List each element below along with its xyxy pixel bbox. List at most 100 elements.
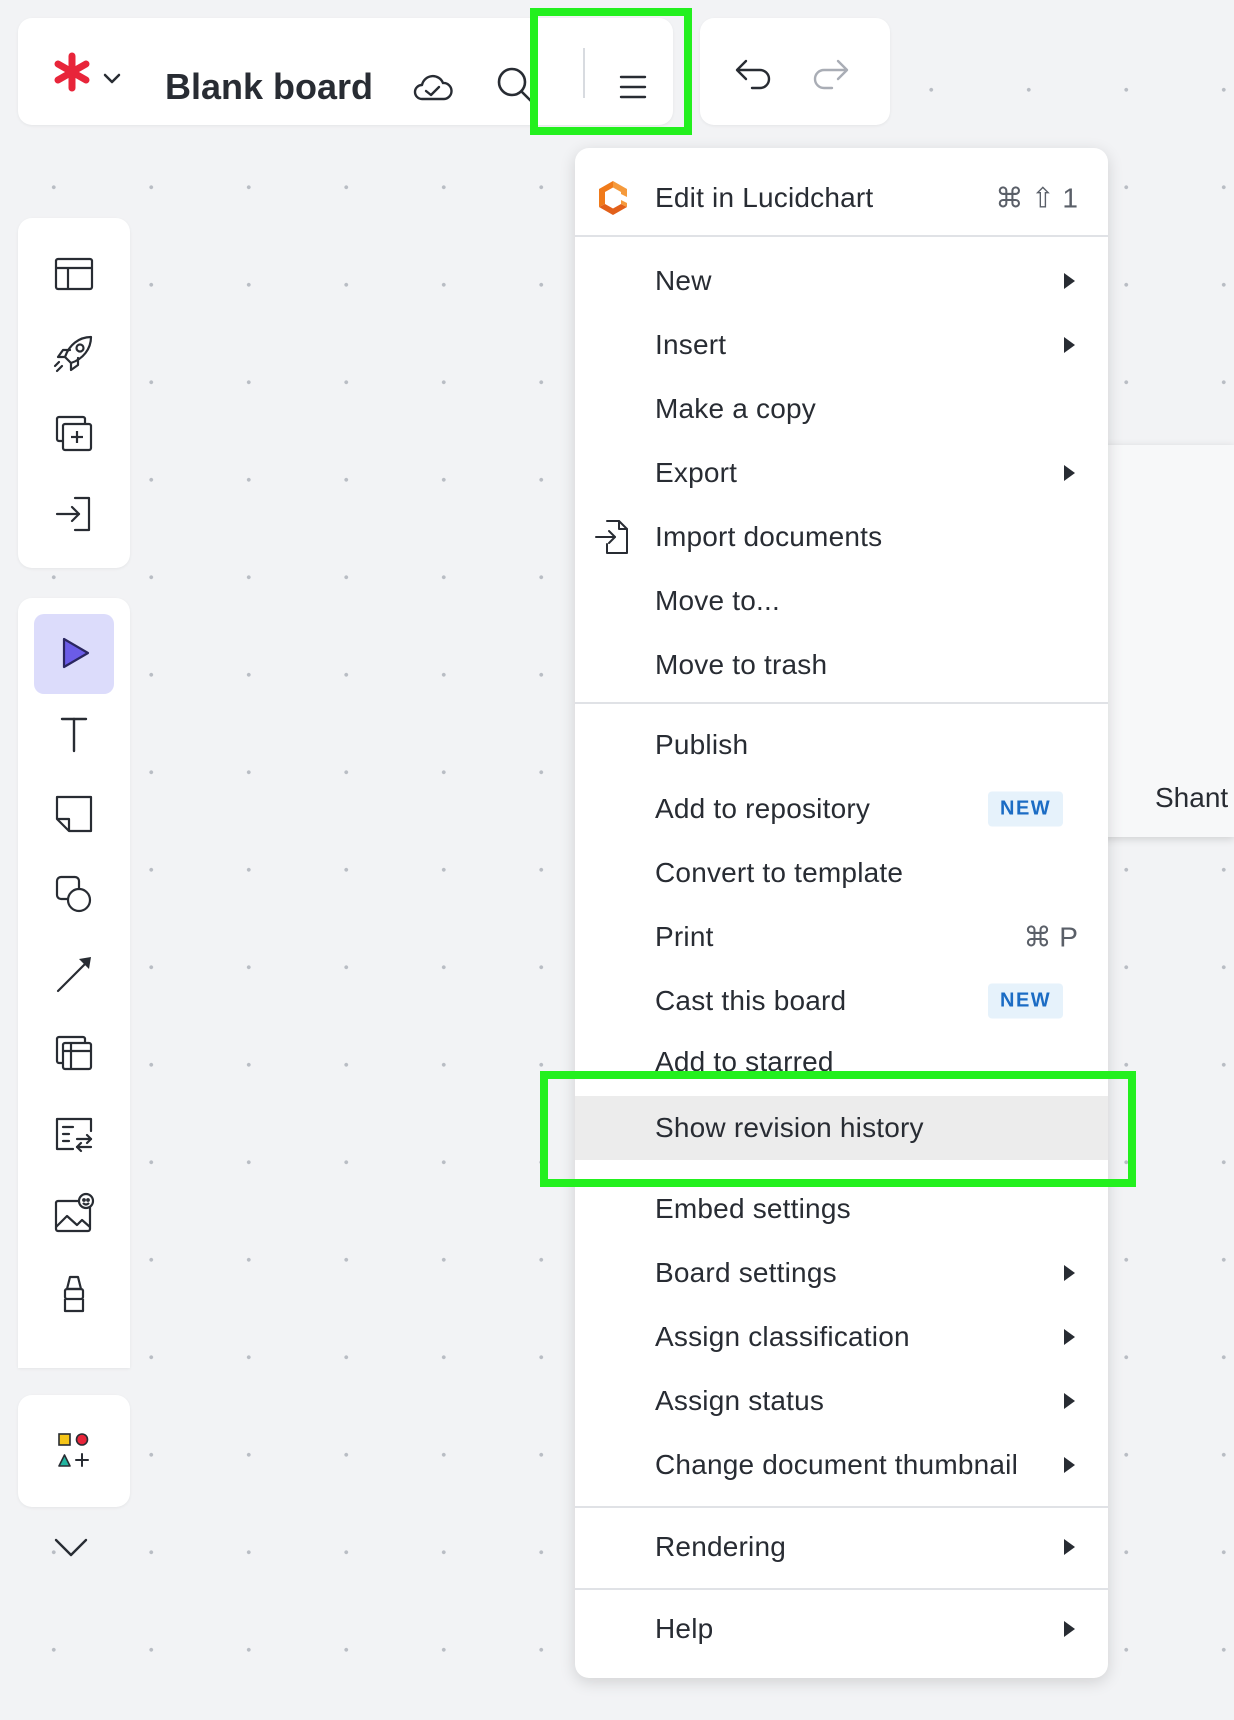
menu-item-label: Assign status — [655, 1385, 825, 1416]
lucidchart-logo-icon — [599, 181, 627, 215]
expand-toolbar-chevron-icon[interactable] — [50, 1528, 92, 1568]
menu-item-export[interactable]: Export — [575, 442, 1108, 504]
menu-item-label: Show revision history — [655, 1112, 924, 1143]
menu-item-label: Export — [655, 457, 738, 488]
import-icon — [55, 496, 91, 532]
lucidspark-logo-icon[interactable] — [52, 52, 92, 92]
menu-item-label: Board settings — [655, 1257, 837, 1288]
quick-start-button[interactable] — [34, 314, 114, 394]
menu-item-convert-to-template[interactable]: Convert to template — [575, 842, 1108, 904]
sticky-note-button[interactable] — [34, 774, 114, 854]
marker-tool-button[interactable] — [34, 1254, 114, 1334]
left-toolbar-main — [18, 598, 130, 1368]
chevron-down-icon[interactable] — [100, 66, 124, 90]
templates-icon — [54, 257, 94, 291]
left-toolbar-top — [18, 218, 130, 568]
shape-library-button[interactable] — [34, 1411, 114, 1491]
table-tool-button[interactable] — [34, 1094, 114, 1174]
menu-item-edit-in-lucidchart[interactable]: Edit in Lucidchart ⌘ ⇧ 1 — [575, 167, 1108, 229]
menu-item-move-to[interactable]: Move to... — [575, 570, 1108, 632]
undo-icon[interactable] — [732, 52, 774, 92]
templates-button[interactable] — [34, 234, 114, 314]
text-tool-button[interactable] — [34, 694, 114, 774]
line-tool-button[interactable] — [34, 934, 114, 1014]
frame-icon — [55, 1035, 93, 1071]
left-toolbar-bottom — [18, 1395, 130, 1507]
new-badge: NEW — [988, 983, 1064, 1019]
menu-separator — [575, 702, 1108, 704]
import-button[interactable] — [34, 474, 114, 554]
line-icon — [56, 957, 91, 993]
shape-library-icon — [58, 1433, 89, 1467]
toolbar-divider — [583, 48, 585, 98]
redo-icon[interactable] — [810, 52, 852, 92]
marker-icon — [63, 1275, 85, 1313]
menu-item-help[interactable]: Help — [575, 1598, 1108, 1660]
select-tool-icon — [62, 637, 90, 669]
hamburger-menu-icon[interactable] — [613, 71, 653, 103]
menu-item-new[interactable]: New — [575, 250, 1108, 312]
menu-item-rendering[interactable]: Rendering — [575, 1516, 1108, 1578]
menu-item-cast-this-board[interactable]: Cast this board NEW — [575, 970, 1108, 1032]
menu-item-import-documents[interactable]: Import documents — [575, 506, 1108, 568]
add-frame-button[interactable] — [34, 394, 114, 474]
submenu-arrow-icon — [1064, 1265, 1075, 1281]
menu-item-label: Help — [655, 1613, 714, 1644]
submenu-arrow-icon — [1064, 1393, 1075, 1409]
menu-item-label: Import documents — [655, 521, 883, 552]
menu-item-label: Cast this board — [655, 985, 847, 1016]
shapes-button[interactable] — [34, 854, 114, 934]
table-icon — [55, 1117, 93, 1153]
menu-item-shortcut: ⌘ ⇧ 1 — [995, 182, 1078, 214]
image-icon — [54, 1192, 95, 1233]
menu-separator — [575, 235, 1108, 237]
shapes-icon — [55, 875, 92, 913]
menu-item-embed-settings[interactable]: Embed settings — [575, 1178, 1108, 1240]
menu-item-label: Assign classification — [655, 1321, 910, 1352]
menu-item-make-a-copy[interactable]: Make a copy — [575, 378, 1108, 440]
collaborator-name: Shant — [1155, 782, 1229, 813]
menu-item-label: Add to starred — [655, 1046, 834, 1076]
menu-item-insert[interactable]: Insert — [575, 314, 1108, 376]
collaborator-panel — [1100, 445, 1234, 837]
rocket-icon — [53, 335, 93, 373]
search-icon[interactable] — [494, 64, 538, 108]
menu-item-label: Publish — [655, 729, 749, 760]
new-badge: NEW — [988, 791, 1064, 827]
menu-item-label: New — [655, 265, 712, 296]
frame-tool-button[interactable] — [34, 1014, 114, 1094]
menu-item-label: Insert — [655, 329, 727, 360]
submenu-arrow-icon — [1064, 1329, 1075, 1345]
menu-item-add-to-repository[interactable]: Add to repository NEW — [575, 778, 1108, 840]
import-document-icon — [595, 520, 628, 554]
text-tool-icon — [60, 717, 88, 753]
top-toolbar: Blank board — [18, 18, 673, 125]
board-title[interactable]: Blank board — [165, 66, 373, 108]
menu-item-show-revision-history[interactable]: Show revision history — [575, 1096, 1108, 1160]
add-frame-icon — [55, 415, 93, 452]
menu-item-change-document-thumbnail[interactable]: Change document thumbnail — [575, 1434, 1108, 1496]
menu-item-label: Make a copy — [655, 393, 816, 424]
main-menu-dropdown: Edit in Lucidchart ⌘ ⇧ 1 New Insert Make… — [575, 148, 1108, 1678]
cloud-saved-icon[interactable] — [410, 67, 454, 107]
menu-item-print[interactable]: Print ⌘ P — [575, 906, 1108, 968]
menu-item-label: Embed settings — [655, 1193, 851, 1224]
menu-item-label: Add to repository — [655, 793, 871, 824]
menu-item-label: Print — [655, 921, 714, 952]
menu-item-assign-classification[interactable]: Assign classification — [575, 1306, 1108, 1368]
menu-item-publish[interactable]: Publish — [575, 714, 1108, 776]
menu-item-label: Edit in Lucidchart — [655, 182, 874, 213]
menu-separator — [575, 1588, 1108, 1590]
menu-item-move-to-trash[interactable]: Move to trash — [575, 634, 1108, 696]
submenu-arrow-icon — [1064, 273, 1075, 289]
menu-item-board-settings[interactable]: Board settings — [575, 1242, 1108, 1304]
submenu-arrow-icon — [1064, 1621, 1075, 1637]
menu-item-add-to-starred[interactable]: Add to starred — [575, 1034, 1108, 1076]
select-tool-button[interactable] — [34, 614, 114, 694]
menu-item-label: Change document thumbnail — [655, 1449, 1019, 1480]
submenu-arrow-icon — [1064, 465, 1075, 481]
menu-item-assign-status[interactable]: Assign status — [575, 1370, 1108, 1432]
submenu-arrow-icon — [1064, 337, 1075, 353]
menu-item-label: Convert to template — [655, 857, 904, 888]
image-tool-button[interactable] — [34, 1174, 114, 1254]
